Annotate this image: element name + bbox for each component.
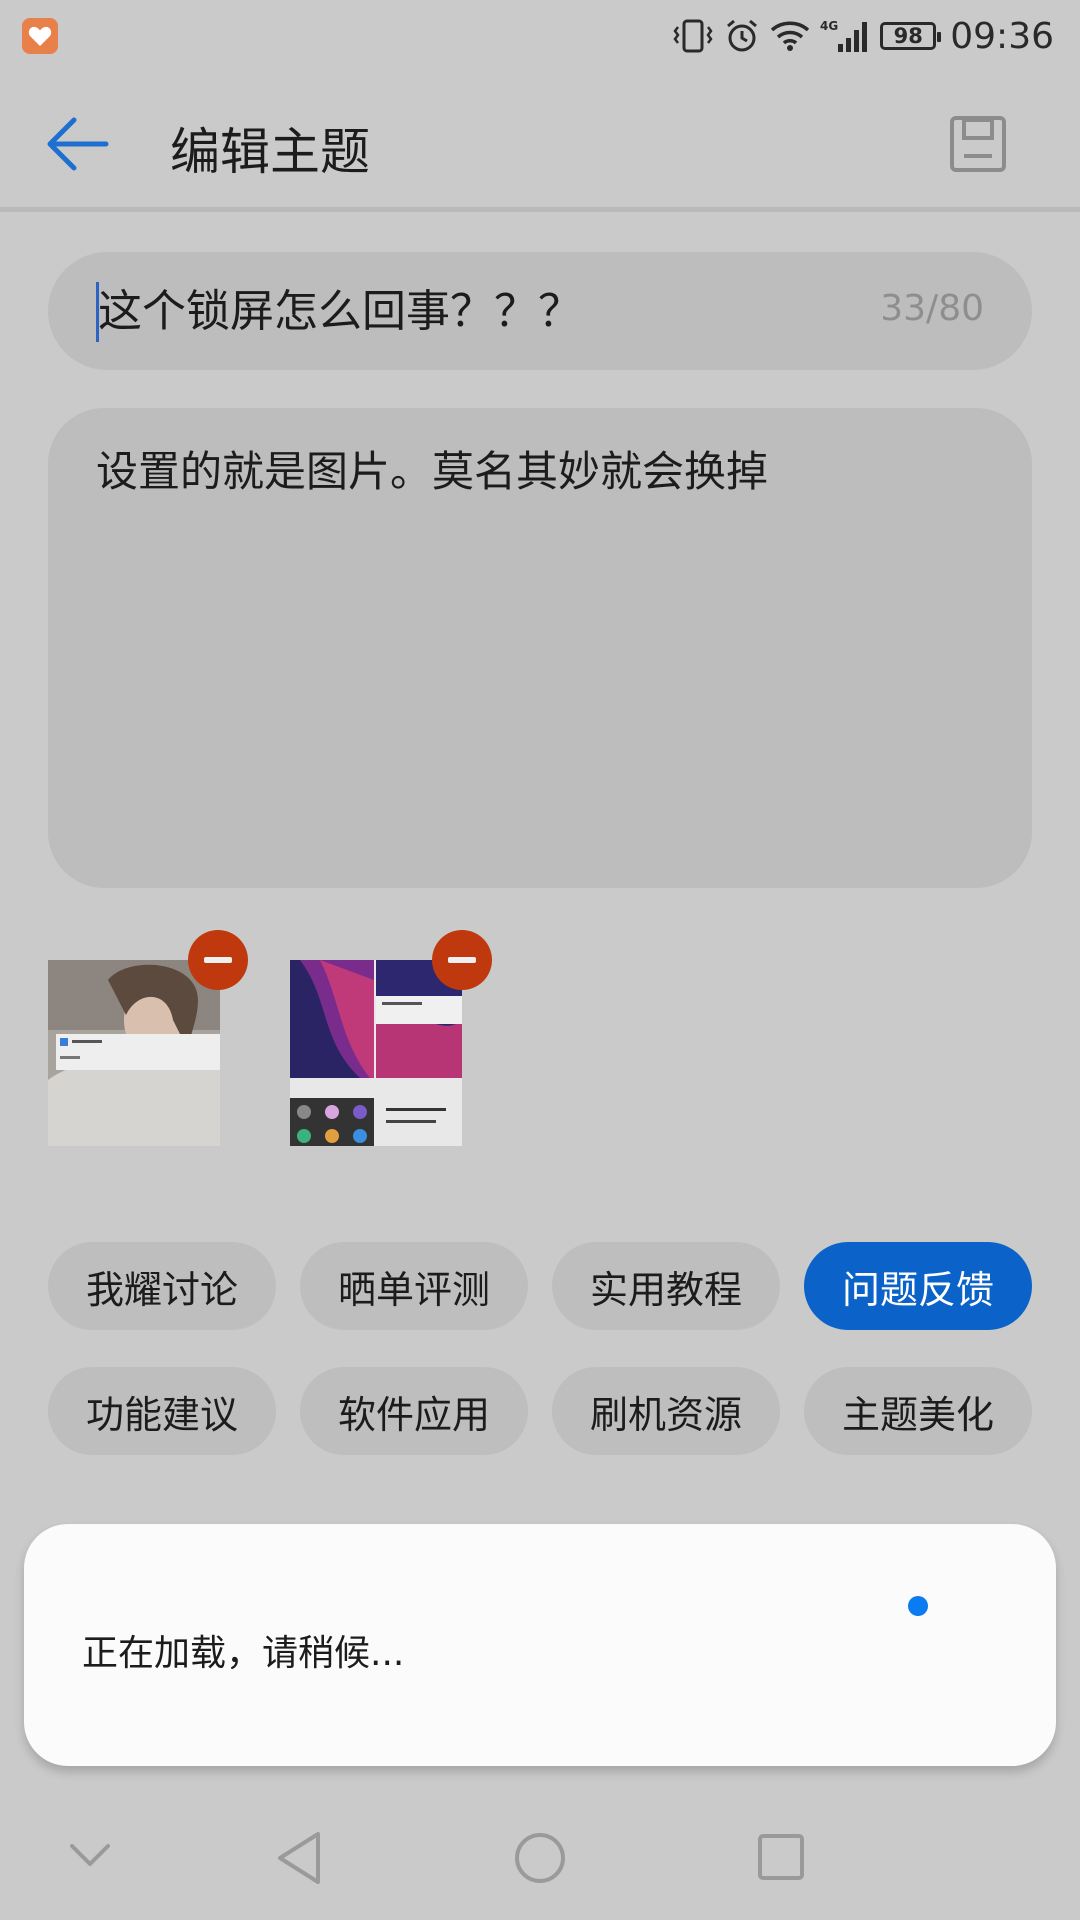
top-toolbar: 编辑主题 <box>0 72 1080 212</box>
nav-recents-icon[interactable] <box>756 1832 806 1882</box>
remove-image-icon[interactable] <box>188 930 248 990</box>
status-time: 09:36 <box>950 15 1054 57</box>
alarm-icon <box>727 19 758 52</box>
body-input-value: 设置的就是图片。莫名其妙就会换掉 <box>96 447 769 496</box>
back-button[interactable] <box>44 112 114 176</box>
health-app-notification-icon <box>22 18 58 54</box>
nav-down-icon[interactable] <box>68 1840 112 1870</box>
edit-topic-screen: 4G 98 09:36 编辑主题 这个锁屏怎么回事？？？ 33/80 设置的就是… <box>0 0 1080 1920</box>
attached-image-thumbnail[interactable] <box>48 960 220 1146</box>
category-chip[interactable]: 软件应用 <box>300 1367 528 1455</box>
category-chip-label: 主题美化 <box>841 1392 994 1437</box>
category-chip[interactable]: 主题美化 <box>804 1367 1032 1455</box>
category-chip[interactable]: 晒单评测 <box>300 1242 528 1330</box>
category-chip-label: 晒单评测 <box>337 1267 490 1312</box>
category-chip-label: 我耀讨论 <box>85 1267 238 1312</box>
screenshot-image <box>290 960 462 1146</box>
title-input[interactable]: 这个锁屏怎么回事？？？ 33/80 <box>48 252 1032 370</box>
save-draft-icon <box>950 116 1006 172</box>
portrait-photo-image <box>48 960 220 1146</box>
remove-image-icon[interactable] <box>432 930 492 990</box>
category-chip-label: 刷机资源 <box>589 1392 742 1437</box>
category-chip[interactable]: 我耀讨论 <box>48 1242 276 1330</box>
loading-spinner-icon <box>908 1596 928 1616</box>
title-input-value: 这个锁屏怎么回事？？？ <box>98 286 582 337</box>
attached-image-thumbnail[interactable] <box>290 960 462 1146</box>
nav-back-icon[interactable] <box>274 1830 324 1886</box>
title-char-counter: 33/80 <box>880 288 984 329</box>
wifi-icon <box>771 21 810 51</box>
vibrate-icon <box>673 19 713 53</box>
nav-home-icon[interactable] <box>514 1832 566 1884</box>
category-chip-selected[interactable]: 问题反馈 <box>804 1242 1032 1330</box>
status-icons: 4G 98 09:36 <box>672 14 1054 58</box>
save-draft-button[interactable] <box>948 114 1008 174</box>
page-title: 编辑主题 <box>170 123 370 181</box>
category-chip[interactable]: 功能建议 <box>48 1367 276 1455</box>
category-chip-label: 实用教程 <box>589 1267 742 1312</box>
back-arrow-icon <box>47 117 109 171</box>
battery-indicator: 98 <box>880 22 942 50</box>
category-chip-label: 功能建议 <box>85 1392 238 1437</box>
system-navigation-bar <box>0 1800 1080 1920</box>
category-chip[interactable]: 实用教程 <box>552 1242 780 1330</box>
status-bar: 4G 98 09:36 <box>0 0 1080 72</box>
body-input[interactable]: 设置的就是图片。莫名其妙就会换掉 <box>48 408 1032 888</box>
svg-text:4G: 4G <box>820 19 838 33</box>
category-chip-label: 软件应用 <box>337 1392 490 1437</box>
signal-4g-icon: 4G <box>820 19 868 52</box>
loading-dialog: 正在加载，请稍候... <box>24 1524 1056 1766</box>
category-chip-label: 问题反馈 <box>841 1267 994 1312</box>
category-chip[interactable]: 刷机资源 <box>552 1367 780 1455</box>
loading-message: 正在加载，请稍候... <box>82 1633 405 1674</box>
